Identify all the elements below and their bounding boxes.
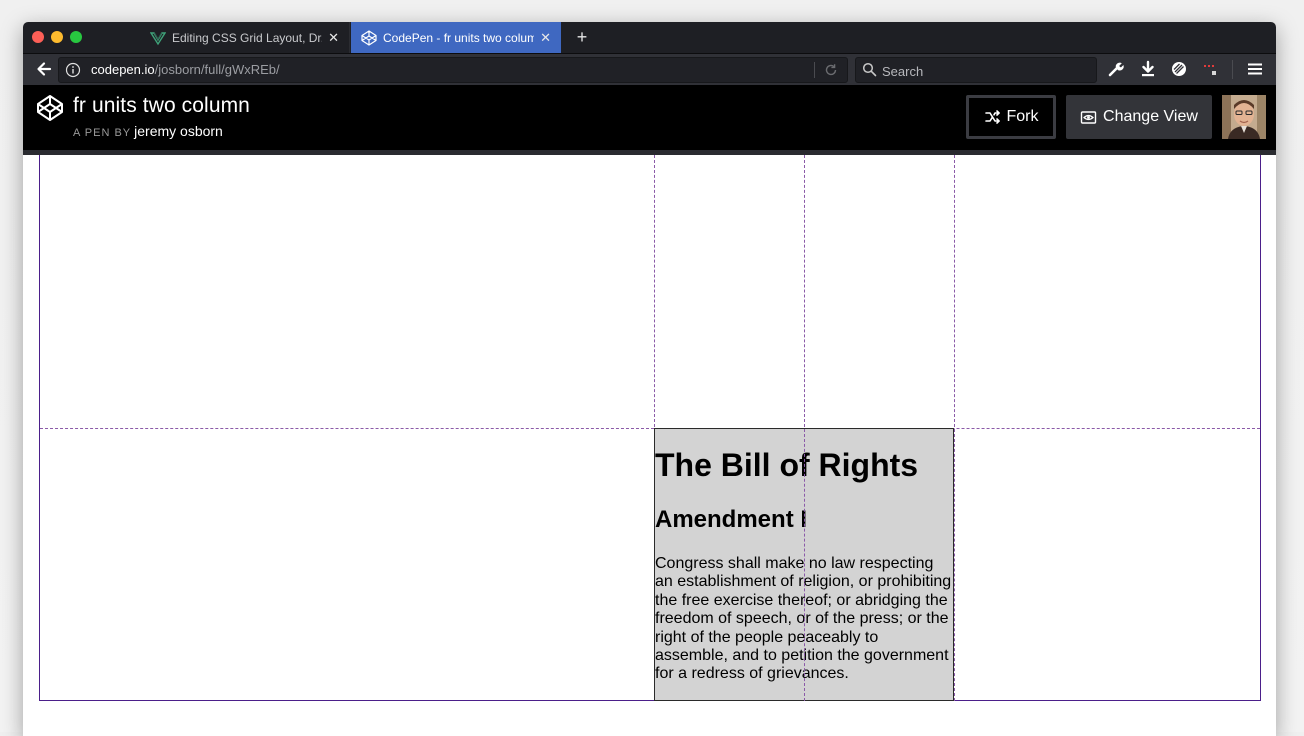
pen-title: fr units two column [73,94,250,117]
article-subheading: Amendment I [655,506,808,533]
tab-title: CodePen - fr units two column [383,30,535,45]
grid-container: The Bill of Rights Amendment I Congress … [39,155,1261,701]
info-icon[interactable] [65,62,81,78]
article-body: Congress shall make no law respecting an… [655,555,952,683]
browser-window: Editing CSS Grid Layout, Dr. W ✕ CodePen… [23,22,1276,736]
grid-item-article: The Bill of Rights Amendment I Congress … [654,428,954,701]
tab-title: Editing CSS Grid Layout, Dr. W [172,30,323,45]
article-heading: The Bill of Rights [655,447,919,483]
vue-logo-icon [150,31,166,45]
toolbar-divider [1232,60,1233,79]
close-tab-icon[interactable]: ✕ [540,30,551,46]
url-bar[interactable]: codepen.io/josborn/full/gWxREb/ [58,57,848,83]
fork-button[interactable]: Fork [966,95,1056,139]
avatar[interactable] [1222,95,1266,139]
url-domain: codepen.io [91,62,155,77]
grid-line-row [40,428,1260,429]
search-input[interactable] [880,60,1094,82]
byline-prefix: A PEN BY [73,127,132,139]
author-link[interactable]: jeremy osborn [134,123,223,139]
change-view-button[interactable]: Change View [1066,95,1212,139]
close-window-button[interactable] [32,31,44,43]
nav-bar: codepen.io/josborn/full/gWxREb/ [23,54,1276,85]
codepen-logo-icon[interactable] [36,94,64,122]
url-divider [814,62,815,78]
arrow-left-icon[interactable] [34,59,54,79]
new-tab-button[interactable]: + [571,26,593,48]
fork-label: Fork [1006,108,1039,125]
tab-codepen[interactable]: CodePen - fr units two column ✕ [351,22,561,53]
download-icon[interactable] [1139,60,1157,78]
hamburger-menu-icon[interactable] [1246,60,1264,78]
maximize-window-button[interactable] [70,31,82,43]
close-tab-icon[interactable]: ✕ [328,30,339,46]
url-path: /josborn/full/gWxREb/ [154,62,280,77]
pen-byline: A PEN BY jeremy osborn [73,123,223,139]
codepen-header: fr units two column A PEN BY jeremy osbor… [23,85,1276,155]
tab-editing-css-grid[interactable]: Editing CSS Grid Layout, Dr. W ✕ [140,22,350,53]
url-text[interactable]: codepen.io/josborn/full/gWxREb/ [91,62,280,77]
pen-preview: The Bill of Rights Amendment I Congress … [23,155,1276,736]
avatar-photo-icon [1222,95,1266,139]
tab-bar: Editing CSS Grid Layout, Dr. W ✕ CodePen… [23,22,1276,54]
extension-icon[interactable] [1201,60,1219,78]
change-view-label: Change View [1103,108,1198,125]
minimize-window-button[interactable] [51,31,63,43]
wrench-icon[interactable] [1107,60,1125,78]
reload-icon[interactable] [823,62,839,78]
codepen-logo-icon [361,29,377,46]
eye-window-icon [1080,110,1097,124]
search-icon [862,62,877,77]
search-box[interactable] [855,57,1097,83]
shield-icon[interactable] [1170,60,1188,78]
fork-icon [984,109,1000,124]
